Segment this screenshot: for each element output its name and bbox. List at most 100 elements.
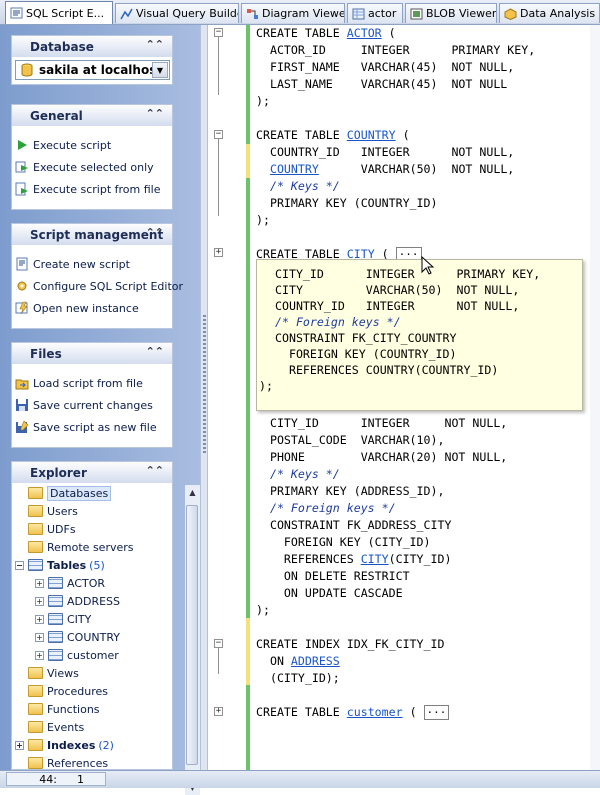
- fold-expand-icon[interactable]: +: [214, 248, 223, 257]
- table-link-address[interactable]: ADDRESS: [291, 654, 340, 668]
- load-script-link[interactable]: Load script from file: [15, 374, 143, 392]
- tree-item-label: Tables: [47, 558, 87, 572]
- files-group-header[interactable]: Files ⌃⌃: [11, 342, 173, 364]
- tab-visual-query-builder[interactable]: Visual Query Builder: [115, 3, 239, 23]
- expand-icon[interactable]: +: [35, 632, 44, 642]
- expand-icon[interactable]: +: [35, 650, 44, 660]
- tree-item-udfs[interactable]: UDFs: [28, 520, 76, 538]
- code-line: PHONE VARCHAR(20) NOT NULL,: [256, 450, 508, 464]
- table-link-city[interactable]: CITY: [361, 552, 389, 566]
- tree-item-indexes[interactable]: + Indexes (2): [15, 736, 114, 754]
- execute-selected-link[interactable]: Execute selected only: [15, 158, 154, 176]
- tree-item-table-actor[interactable]: + ACTOR: [35, 574, 105, 592]
- general-group-body: Execute script Execute selected only Exe…: [11, 126, 173, 210]
- tree-item-table-customer[interactable]: + customer: [35, 646, 119, 664]
- code-line: ON ADDRESS: [256, 654, 340, 668]
- change-bar: [246, 144, 250, 178]
- table-link-customer[interactable]: customer: [347, 705, 403, 719]
- tooltip-code-line: COUNTRY_ID INTEGER NOT NULL,: [275, 299, 520, 313]
- panel-splitter[interactable]: [200, 25, 208, 770]
- collapse-icon[interactable]: −: [15, 560, 24, 570]
- fold-expand-icon[interactable]: +: [214, 707, 223, 716]
- tab-data-analysis[interactable]: Data Analysis: [499, 3, 600, 23]
- expand-icon[interactable]: +: [35, 578, 44, 588]
- dropdown-arrow-icon[interactable]: ▼: [152, 62, 168, 78]
- table-link-country[interactable]: COUNTRY: [347, 128, 396, 142]
- tree-item-functions[interactable]: Functions: [28, 700, 100, 718]
- tab-label: actor: [368, 7, 397, 20]
- explorer-group-header[interactable]: Explorer ⌃⌃: [11, 461, 173, 483]
- tree-item-table-address[interactable]: + ADDRESS: [35, 592, 120, 610]
- folder-icon: [28, 541, 43, 553]
- collapse-chevron-icon[interactable]: ⌃⌃: [146, 345, 164, 358]
- fold-collapse-icon[interactable]: −: [214, 28, 223, 37]
- folder-icon: [28, 757, 43, 769]
- action-label: Save current changes: [33, 398, 153, 412]
- fold-collapse-icon[interactable]: −: [214, 639, 223, 648]
- scrollbar-thumb[interactable]: [186, 505, 198, 765]
- code-line: ON DELETE RESTRICT: [256, 569, 410, 583]
- sql-editor[interactable]: − − + − + CREATE TABLE ACTOR ( ACTOR_ID …: [208, 25, 600, 770]
- tree-item-databases[interactable]: Databases: [28, 484, 112, 502]
- collapse-chevron-icon[interactable]: ⌃⌃: [146, 38, 164, 51]
- general-group-header[interactable]: General ⌃⌃: [11, 104, 173, 126]
- tree-item-label: Remote servers: [47, 540, 134, 554]
- cursor-position: 44: 1: [6, 772, 106, 786]
- tooltip-code-line: CITY VARCHAR(50) NOT NULL,: [275, 283, 520, 297]
- expand-icon[interactable]: +: [35, 596, 44, 606]
- tree-item-views[interactable]: Views: [28, 664, 79, 682]
- tree-item-label: Views: [47, 666, 79, 680]
- tab-blob-viewer[interactable]: BLOB Viewer: [405, 3, 497, 23]
- editor-scrollbar[interactable]: [590, 25, 600, 770]
- code-line: CONSTRAINT FK_ADDRESS_CITY: [256, 518, 452, 532]
- tab-diagram-viewer[interactable]: Diagram Viewer: [241, 3, 345, 23]
- database-select[interactable]: sakila at localhost ▼: [15, 60, 170, 80]
- tree-item-users[interactable]: Users: [28, 502, 78, 520]
- tree-item-label: COUNTRY: [67, 630, 120, 644]
- fold-line: [218, 648, 219, 674]
- tree-item-label: Procedures: [47, 684, 108, 698]
- expand-icon[interactable]: +: [15, 740, 24, 750]
- code-comment: /* Keys */: [256, 467, 340, 481]
- folder-icon: [28, 739, 43, 751]
- tree-item-references[interactable]: References: [28, 754, 108, 769]
- open-new-instance-link[interactable]: Open new instance: [15, 299, 139, 317]
- code-line: COUNTRY VARCHAR(50) NOT NULL,: [269, 162, 515, 176]
- table-icon: [48, 649, 63, 661]
- save-as-new-file-link[interactable]: Save script as new file: [15, 418, 157, 436]
- sql-script-icon: [10, 7, 23, 19]
- tree-item-label: ADDRESS: [67, 594, 121, 608]
- save-changes-link[interactable]: Save current changes: [15, 396, 153, 414]
- configure-editor-link[interactable]: Configure SQL Script Editor: [15, 277, 183, 295]
- tree-item-procedures[interactable]: Procedures: [28, 682, 108, 700]
- tree-item-tables[interactable]: − Tables (5): [15, 556, 105, 574]
- collapse-chevron-icon[interactable]: ⌃⌃: [146, 107, 164, 120]
- tab-label: Visual Query Builder: [136, 7, 239, 20]
- create-new-script-link[interactable]: Create new script: [15, 255, 130, 273]
- table-link-actor[interactable]: ACTOR: [347, 26, 382, 40]
- code-line: );: [256, 94, 270, 108]
- tree-item-table-city[interactable]: + CITY: [35, 610, 91, 628]
- execute-script-link[interactable]: Execute script: [15, 136, 111, 154]
- explorer-tree: Databases Users UDFs Remote servers − Ta…: [11, 483, 173, 770]
- fold-collapse-icon[interactable]: −: [214, 130, 223, 139]
- tables-icon: [28, 559, 43, 571]
- tree-item-events[interactable]: Events: [28, 718, 84, 736]
- tab-actor[interactable]: actor: [347, 3, 403, 23]
- tree-item-table-country[interactable]: + COUNTRY: [35, 628, 120, 646]
- collapsed-code-marker[interactable]: ...: [423, 704, 450, 720]
- column-link-country[interactable]: COUNTRY: [270, 162, 319, 176]
- scroll-up-icon[interactable]: ▲: [185, 485, 200, 500]
- data-analysis-icon: [504, 7, 517, 20]
- expand-icon[interactable]: +: [35, 614, 44, 624]
- collapse-chevron-icon[interactable]: ⌃⌃: [146, 226, 164, 239]
- execute-from-file-link[interactable]: Execute script from file: [15, 180, 160, 198]
- tab-sql-script-editor[interactable]: SQL Script E...: [5, 1, 113, 24]
- explorer-scrollbar[interactable]: ▲ ▼: [185, 485, 200, 795]
- configure-icon: [17, 281, 27, 291]
- tree-item-label: Users: [47, 504, 78, 518]
- database-group-header[interactable]: Database ⌃⌃: [11, 35, 173, 57]
- tree-item-remote-servers[interactable]: Remote servers: [28, 538, 134, 556]
- script-management-group-header[interactable]: Script management ⌃⌃: [11, 223, 173, 245]
- collapse-chevron-icon[interactable]: ⌃⌃: [146, 464, 164, 477]
